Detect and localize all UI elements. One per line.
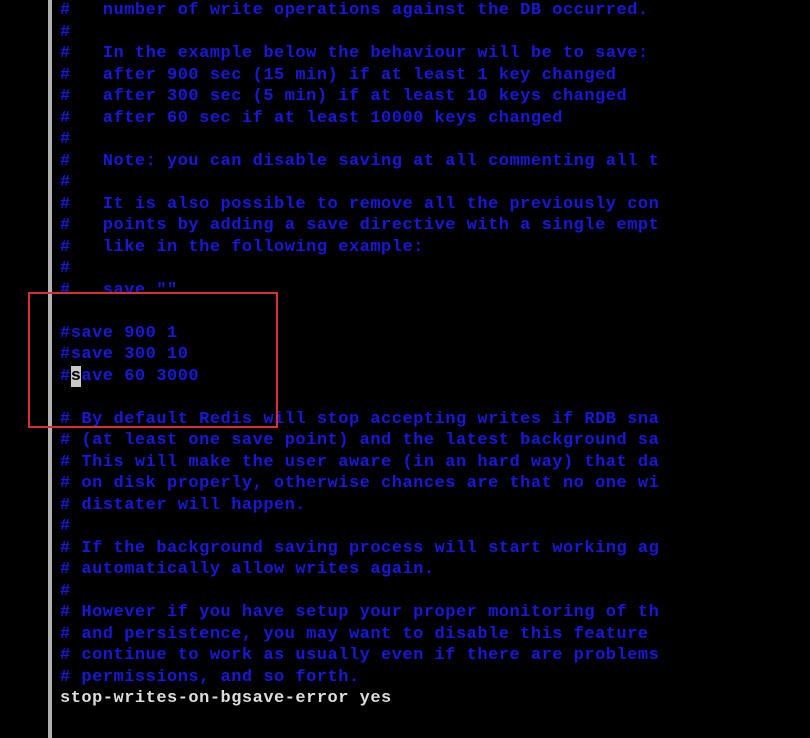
code-line: # However if you have setup your proper … — [60, 602, 810, 624]
code-line: # points by adding a save directive with… — [60, 215, 810, 237]
code-line: # This will make the user aware (in an h… — [60, 452, 810, 474]
terminal-content[interactable]: # number of write operations against the… — [0, 0, 810, 710]
code-line: # — [60, 516, 810, 538]
code-line: # — [60, 22, 810, 44]
code-line: # distater will happen. — [60, 495, 810, 517]
code-line: # automatically allow writes again. — [60, 559, 810, 581]
code-line: # (at least one save point) and the late… — [60, 430, 810, 452]
code-line: # By default Redis will stop accepting w… — [60, 409, 810, 431]
code-line: # If the background saving process will … — [60, 538, 810, 560]
code-text: ave 60 3000 — [81, 367, 199, 386]
code-line: # and persistence, you may want to disab… — [60, 624, 810, 646]
code-line — [60, 301, 810, 323]
code-line: # after 60 sec if at least 10000 keys ch… — [60, 108, 810, 130]
code-line: # continue to work as usually even if th… — [60, 645, 810, 667]
code-line: #save 300 10 — [60, 344, 810, 366]
code-line: # Note: you can disable saving at all co… — [60, 151, 810, 173]
code-line: # like in the following example: — [60, 237, 810, 259]
code-line: # In the example below the behaviour wil… — [60, 43, 810, 65]
code-line: # — [60, 172, 810, 194]
text-cursor: s — [71, 366, 82, 388]
code-line: # — [60, 129, 810, 151]
code-line: # after 900 sec (15 min) if at least 1 k… — [60, 65, 810, 87]
code-line: # on disk properly, otherwise chances ar… — [60, 473, 810, 495]
code-text: # — [60, 367, 71, 386]
code-line: # permissions, and so forth. — [60, 667, 810, 689]
code-line: # — [60, 258, 810, 280]
code-line: stop-writes-on-bgsave-error yes — [60, 688, 810, 710]
code-line: #save 60 3000 — [60, 366, 810, 388]
code-line: # after 300 sec (5 min) if at least 10 k… — [60, 86, 810, 108]
code-line: # number of write operations against the… — [60, 0, 810, 22]
code-line: # It is also possible to remove all the … — [60, 194, 810, 216]
code-line — [60, 387, 810, 409]
code-line: # save "" — [60, 280, 810, 302]
code-line: # — [60, 581, 810, 603]
code-line: #save 900 1 — [60, 323, 810, 345]
